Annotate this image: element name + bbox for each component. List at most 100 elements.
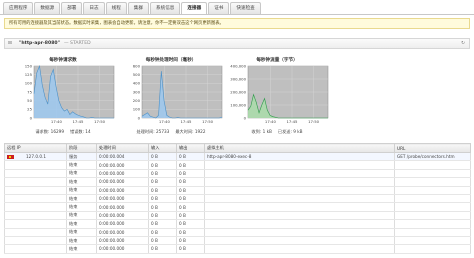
cell-time: 0:00:00.000 xyxy=(96,169,149,179)
table-row[interactable]: 结束 0:00:00.000 0 B0 B xyxy=(4,194,471,204)
col-processing-time[interactable]: 处理时间 xyxy=(96,143,149,153)
tab-item[interactable]: 数据源 xyxy=(34,2,61,14)
cell-url[interactable] xyxy=(394,202,471,212)
x-tick-label: 17:40 xyxy=(159,119,171,124)
cell-vhost xyxy=(204,219,395,229)
cell-stage: 结束 xyxy=(66,177,97,187)
col-input[interactable]: 输入 xyxy=(148,143,177,153)
tab-item[interactable]: 线程 xyxy=(105,2,127,14)
tab-item[interactable]: 系统信息 xyxy=(150,2,181,14)
cell-url[interactable] xyxy=(394,169,471,179)
cell-url[interactable] xyxy=(394,186,471,195)
table-row[interactable]: 结束 0:00:00.000 0 B0 B xyxy=(4,169,471,179)
cell-time: 0:00:00.000 xyxy=(96,236,149,246)
cell-ip xyxy=(4,169,67,179)
stat-sent: 已发送: 9 kB xyxy=(277,129,303,134)
cell-stage: 结束 xyxy=(66,186,97,195)
cell-url[interactable] xyxy=(394,236,471,246)
tab-item[interactable]: 连接器 xyxy=(181,2,208,14)
col-virtual-host[interactable]: 虚拟主机 xyxy=(204,143,395,153)
chart-stats: 处理时间: 25733 最大时间: 1922 xyxy=(116,129,226,135)
cell-stage: 结束 xyxy=(66,228,97,237)
cell-out: 0 B xyxy=(176,169,205,179)
chart-plot: 0 100,000 200,000 300,000 400,000 17:40 17:45 1… xyxy=(230,64,329,124)
col-remote-ip[interactable]: 远程 IP xyxy=(4,143,67,153)
cell-ip xyxy=(4,202,67,212)
x-tick-label: 17:50 xyxy=(94,119,106,124)
country-flag-icon xyxy=(7,155,14,160)
cell-stage: 结束 xyxy=(66,169,97,179)
processing-time-chart: 每秒钟处理时间（毫秒） 0 100 200 300 400 500 600 17:40 17:4… xyxy=(116,57,226,139)
cell-stage: 结束 xyxy=(66,236,97,246)
col-output[interactable]: 输出 xyxy=(176,143,205,153)
y-tick-label: 400 xyxy=(133,81,141,86)
cell-url[interactable] xyxy=(394,244,471,254)
cell-ip xyxy=(4,186,67,195)
cell-stage: 结束 xyxy=(66,244,97,254)
y-tick-label: 300,000 xyxy=(230,76,246,81)
y-tick-label: 100,000 xyxy=(230,102,246,107)
y-tick-label: 0 xyxy=(30,115,33,120)
stat-max-time: 最大时间: 1922 xyxy=(175,129,206,134)
x-tick-label: 17:45 xyxy=(287,119,299,124)
cell-ip xyxy=(4,219,67,229)
cell-ip xyxy=(4,236,67,246)
tab-item[interactable]: 部署 xyxy=(61,2,83,14)
table-row[interactable]: 结束 0:00:00.000 0 B0 B xyxy=(4,177,471,187)
col-stage[interactable]: 阶段 xyxy=(66,143,97,153)
table-row[interactable]: 结束 0:00:00.000 0 B0 B xyxy=(4,211,471,221)
tab-item[interactable]: 应用程序 xyxy=(3,2,34,14)
cell-out: 0 B xyxy=(176,177,205,187)
cell-url[interactable] xyxy=(394,219,471,229)
x-tick-label: 17:45 xyxy=(73,119,85,124)
cell-time: 0:00:00.000 xyxy=(96,211,149,221)
tab-item[interactable]: 证书 xyxy=(208,2,230,14)
cell-in: 0 B xyxy=(148,202,177,212)
cell-vhost xyxy=(204,236,395,246)
cell-vhost: http-apr-8080-exec-8 xyxy=(204,152,395,162)
requests-chart: 每秒钟请求数 0 25 50 75 100 125 150 17:40 17:45 17:50 请… xyxy=(8,57,118,139)
cell-vhost xyxy=(204,160,395,170)
cell-ip xyxy=(4,211,67,221)
tab-item[interactable]: 快速检查 xyxy=(230,2,261,14)
cell-out: 0 B xyxy=(176,152,205,162)
cell-time: 0:00:00.000 xyxy=(96,194,149,204)
cell-url[interactable] xyxy=(394,160,471,170)
table-row[interactable]: 结束 0:00:00.000 0 B0 B xyxy=(4,219,471,229)
cell-in: 0 B xyxy=(148,177,177,187)
table-row[interactable]: 结束 0:00:00.000 0 B0 B xyxy=(4,244,471,254)
cell-url[interactable] xyxy=(394,211,471,221)
cell-url[interactable] xyxy=(394,194,471,204)
cell-in: 0 B xyxy=(148,236,177,246)
table-row[interactable]: 结束 0:00:00.000 0 B0 B xyxy=(4,186,471,195)
tab-bar: 应用程序 数据源 部署 日志 线程 集群 系统信息 连接器 证书 快速检查 xyxy=(3,2,262,14)
cell-stage: 结束 xyxy=(66,219,97,229)
cell-stage: 结束 xyxy=(66,160,97,170)
table-row[interactable]: 结束 0:00:00.000 0 B0 B xyxy=(4,236,471,246)
cell-in: 0 B xyxy=(148,194,177,204)
table-row[interactable]: 结束 0:00:00.000 0 B0 B xyxy=(4,160,471,170)
refresh-icon[interactable]: ↻ xyxy=(461,39,465,48)
tab-item[interactable]: 日志 xyxy=(83,2,105,14)
cell-out: 0 B xyxy=(176,211,205,221)
stat-processing-time: 处理时间: 25733 xyxy=(136,129,170,134)
cell-time: 0:00:00.000 xyxy=(96,228,149,237)
cell-in: 0 B xyxy=(148,228,177,237)
remote-ip: 127.0.0.1 xyxy=(26,154,46,160)
minus-box-icon[interactable]: ⊟ xyxy=(8,39,12,48)
cell-ip xyxy=(4,194,67,204)
col-url[interactable]: URL xyxy=(394,143,471,153)
x-tick-label: 17:50 xyxy=(202,119,214,124)
cell-out: 0 B xyxy=(176,236,205,246)
cell-ip xyxy=(4,160,67,170)
cell-url[interactable]: GET /probe/connectors.htm xyxy=(394,152,471,162)
cell-in: 0 B xyxy=(148,160,177,170)
chart-title: 每秒钟处理时间（毫秒） xyxy=(145,58,197,63)
table-row[interactable]: 结束 0:00:00.000 0 B0 B xyxy=(4,202,471,212)
table-row[interactable]: 结束 0:00:00.000 0 B0 B xyxy=(4,228,471,237)
table-row[interactable]: 127.0.0.1 服务 0:00:00.004 0 B0 Bhttp-apr-808… xyxy=(4,152,471,162)
cell-url[interactable] xyxy=(394,228,471,237)
cell-url[interactable] xyxy=(394,177,471,187)
chart-plot: 0 25 50 75 100 125 150 17:40 17:45 17:50 xyxy=(25,64,115,124)
tab-item[interactable]: 集群 xyxy=(127,2,149,14)
